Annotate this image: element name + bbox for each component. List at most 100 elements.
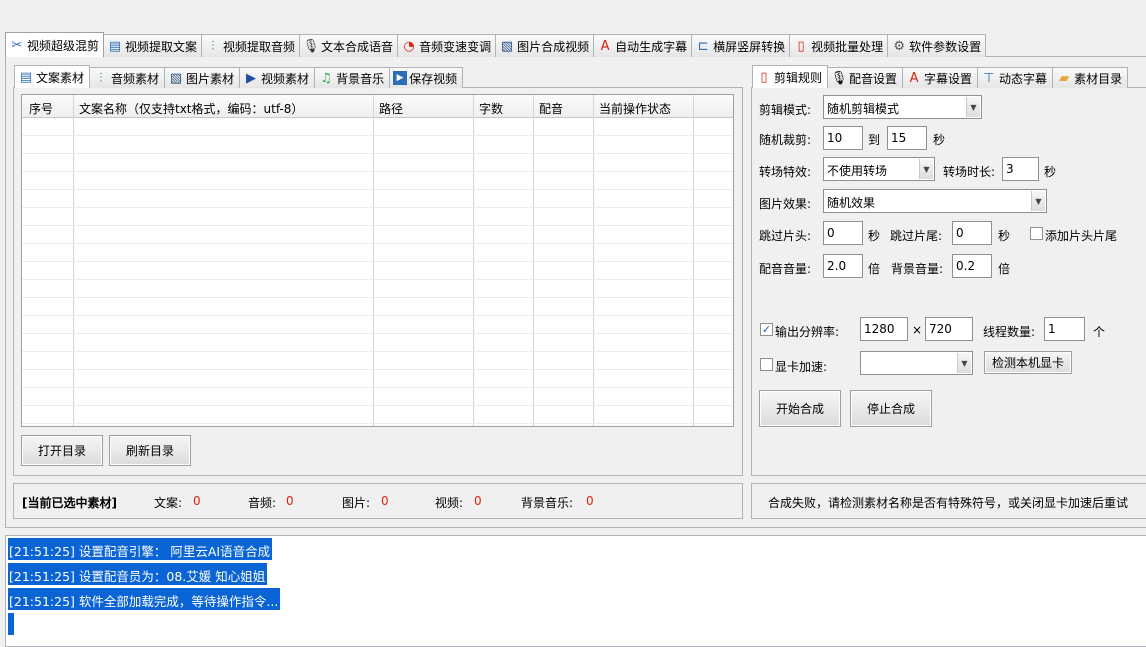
- tab-edit-rules[interactable]: ▯ 剪辑规则: [752, 65, 829, 88]
- table-row[interactable]: [22, 334, 733, 352]
- gpu-select[interactable]: ▼: [860, 351, 973, 375]
- resolution-height-input[interactable]: 720: [925, 317, 973, 341]
- transition-duration-label: 转场时长:: [943, 165, 996, 179]
- dub-volume-input[interactable]: 2.0: [823, 254, 863, 278]
- table-row[interactable]: [22, 244, 733, 262]
- random-cut-from-input[interactable]: 10: [823, 126, 863, 150]
- tab-orientation-convert[interactable]: ⊏ 横屏竖屏转换: [691, 34, 791, 57]
- image-effect-value: 随机效果: [827, 196, 876, 210]
- tab-label: 保存视频: [409, 71, 458, 86]
- tab-dub-settings[interactable]: 🎙 配音设置: [827, 67, 904, 88]
- edit-mode-select[interactable]: 随机剪辑模式 ▼: [823, 95, 982, 119]
- column-header[interactable]: 当前操作状态: [599, 100, 671, 117]
- tab-save-video[interactable]: ▶ 保存视频: [389, 67, 464, 88]
- compose-status-message-box: 合成失败，请检测素材名称是否有特殊符号，或关闭显卡加速后重试: [751, 483, 1146, 519]
- tab-image-material[interactable]: ▧ 图片素材: [164, 67, 241, 88]
- chevron-down-icon[interactable]: ▼: [1031, 191, 1045, 211]
- bgm-count-label: 背景音乐:: [521, 496, 574, 510]
- table-row[interactable]: [22, 136, 733, 154]
- image-count-value: 0: [381, 494, 389, 508]
- table-row[interactable]: [22, 370, 733, 388]
- tab-video-super-mix[interactable]: ✂ 视频超级混剪: [5, 32, 105, 57]
- stop-compose-button[interactable]: 停止合成: [850, 390, 932, 427]
- detect-gpu-button[interactable]: 检测本机显卡: [984, 351, 1072, 374]
- open-directory-button[interactable]: 打开目录: [21, 435, 103, 466]
- tab-software-settings[interactable]: ⚙ 软件参数设置: [887, 34, 987, 57]
- skip-head-input[interactable]: 0: [823, 221, 863, 245]
- image-effect-select[interactable]: 随机效果 ▼: [823, 189, 1047, 213]
- tab-video-extract-text[interactable]: ▤ 视频提取文案: [103, 34, 203, 57]
- table-row[interactable]: [22, 388, 733, 406]
- threads-input[interactable]: 1: [1044, 317, 1085, 341]
- microphone-icon: 🎙: [830, 70, 848, 86]
- table-row[interactable]: [22, 352, 733, 370]
- tab-label: 字幕设置: [924, 71, 973, 86]
- tab-video-extract-audio[interactable]: ⫶ 视频提取音频: [201, 34, 301, 57]
- table-row[interactable]: [22, 298, 733, 316]
- folder-icon: ▰: [1059, 70, 1070, 86]
- table-row[interactable]: [22, 190, 733, 208]
- transition-select[interactable]: 不使用转场 ▼: [823, 157, 935, 181]
- table-row[interactable]: [22, 118, 733, 136]
- tab-image-to-video[interactable]: ▧ 图片合成视频: [495, 34, 595, 57]
- column-header[interactable]: 配音: [539, 100, 563, 117]
- dub-volume-label: 配音音量:: [759, 262, 812, 276]
- gpu-acceleration-checkbox[interactable]: [760, 358, 773, 371]
- material-table[interactable]: 序号 文案名称（仅支持txt格式，编码：utf-8） 路径 字数 配音 当前操作…: [21, 94, 734, 427]
- status-title: [当前已选中素材]: [22, 496, 117, 510]
- table-row[interactable]: [22, 226, 733, 244]
- material-tab-bar: ▤ 文案素材 ⫶ 音频素材 ▧ 图片素材 ▶ 视频素材 ♫ 背景音乐 ▶ 保存视…: [14, 65, 464, 88]
- tab-video-material[interactable]: ▶ 视频素材: [239, 67, 316, 88]
- tab-audio-material[interactable]: ⫶ 音频素材: [89, 67, 166, 88]
- tab-auto-subtitles[interactable]: A 自动生成字幕: [593, 34, 693, 57]
- log-output[interactable]: [21:51:25] 设置配音引擎： 阿里云AI语音合成 [21:51:25] …: [5, 535, 1146, 647]
- table-row[interactable]: [22, 172, 733, 190]
- random-cut-to-input[interactable]: 15: [887, 126, 927, 150]
- chevron-down-icon[interactable]: ▼: [919, 159, 933, 179]
- table-row[interactable]: [22, 316, 733, 334]
- transition-duration-input[interactable]: 3: [1002, 157, 1039, 181]
- log-line: [21:51:25] 设置配音引擎： 阿里云AI语音合成: [8, 538, 273, 560]
- chevron-down-icon[interactable]: ▼: [957, 353, 971, 373]
- add-head-tail-checkbox[interactable]: [1030, 227, 1043, 240]
- add-head-tail-label: 添加片头片尾: [1045, 229, 1118, 243]
- table-row[interactable]: [22, 262, 733, 280]
- output-resolution-checkbox[interactable]: ✓: [760, 323, 773, 336]
- tab-dynamic-subtitles[interactable]: ⊤ 动态字幕: [977, 67, 1054, 88]
- table-row[interactable]: [22, 280, 733, 298]
- chevron-down-icon[interactable]: ▼: [966, 97, 980, 117]
- table-row[interactable]: [22, 154, 733, 172]
- skip-head-label: 跳过片头:: [759, 229, 812, 243]
- refresh-directory-button[interactable]: 刷新目录: [109, 435, 191, 466]
- tab-text-to-speech[interactable]: 🎙 文本合成语音: [299, 34, 399, 57]
- resolution-width-input[interactable]: 1280: [860, 317, 908, 341]
- times-unit: 倍: [998, 262, 1011, 276]
- column-header[interactable]: 序号: [29, 100, 53, 117]
- column-header[interactable]: 路径: [379, 100, 403, 117]
- tab-label: 动态字幕: [999, 71, 1048, 86]
- tab-label: 自动生成字幕: [615, 39, 688, 54]
- column-header[interactable]: 文案名称（仅支持txt格式，编码：utf-8）: [79, 100, 303, 117]
- tab-material-directory[interactable]: ▰ 素材目录: [1052, 67, 1129, 88]
- bg-volume-input[interactable]: 0.2: [952, 254, 992, 278]
- tab-background-music[interactable]: ♫ 背景音乐: [314, 67, 391, 88]
- tab-audio-speed-pitch[interactable]: ◔ 音频变速变调: [397, 34, 497, 57]
- seconds-unit: 秒: [868, 229, 881, 243]
- tab-subtitle-settings[interactable]: A 字幕设置: [902, 67, 979, 88]
- tab-video-batch[interactable]: ▯ 视频批量处理: [789, 34, 889, 57]
- start-compose-button[interactable]: 开始合成: [759, 390, 841, 427]
- log-line: [21:51:25] 软件全部加载完成，等待操作指令...: [8, 588, 281, 610]
- tab-label: 视频提取文案: [125, 39, 198, 54]
- log-line: [21:51:25] 设置配音员为：08.艾媛 知心姐姐: [8, 563, 268, 585]
- table-row[interactable]: [22, 208, 733, 226]
- text-box-icon: ⊤: [983, 70, 995, 86]
- image-icon: ▧: [500, 38, 514, 54]
- table-row[interactable]: [22, 406, 733, 424]
- microphone-icon: 🎙: [302, 38, 320, 54]
- tab-text-material[interactable]: ▤ 文案素材: [14, 65, 91, 88]
- tab-label: 图片素材: [186, 71, 235, 86]
- tab-label: 视频提取音频: [223, 39, 296, 54]
- edit-mode-value: 随机剪辑模式: [827, 102, 900, 116]
- column-header[interactable]: 字数: [479, 100, 503, 117]
- skip-tail-input[interactable]: 0: [952, 221, 992, 245]
